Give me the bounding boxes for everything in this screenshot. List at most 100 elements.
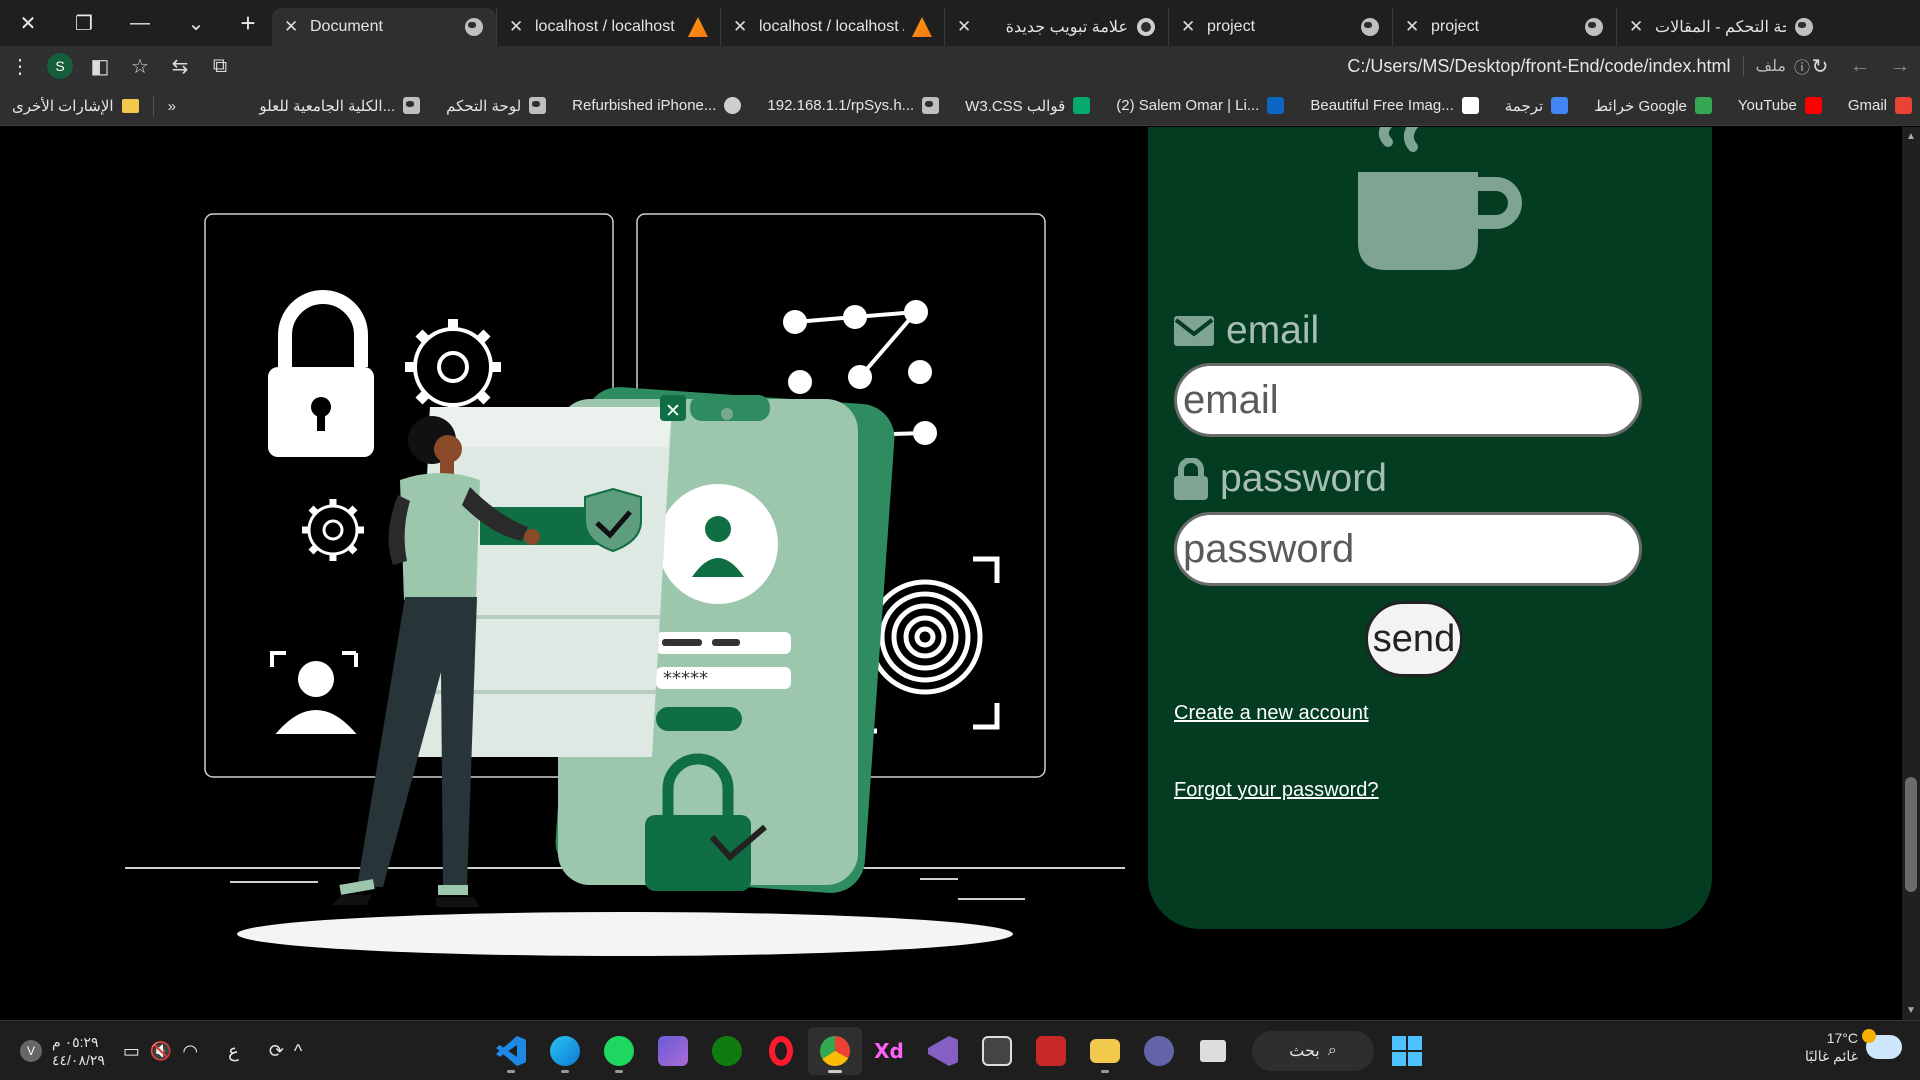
- envelope-icon: [1174, 316, 1214, 346]
- address-bar[interactable]: C:/Users/MS/Desktop/front-End/code/index…: [1347, 50, 1810, 82]
- tab-new-tab[interactable]: ✕ علامة تبويب جديدة: [944, 8, 1168, 46]
- volume-muted-icon[interactable]: 🔇: [150, 1041, 172, 1062]
- create-account-link[interactable]: Create a new account: [1174, 702, 1369, 725]
- youtube-icon: [1804, 97, 1822, 114]
- tab-project-2[interactable]: ✕ project: [1392, 8, 1616, 46]
- tab-document[interactable]: ✕ Document: [272, 8, 496, 46]
- send-button[interactable]: send: [1365, 601, 1463, 677]
- visual-studio-icon[interactable]: [916, 1027, 970, 1075]
- email-label-text: email: [1226, 309, 1320, 352]
- new-tab-button[interactable]: +: [224, 0, 272, 46]
- email-field[interactable]: [1174, 363, 1642, 437]
- tab-title: Document: [310, 18, 383, 35]
- bookmark-item[interactable]: الكلية الجامعية للعلو...: [259, 97, 421, 115]
- back-icon[interactable]: ←: [1840, 46, 1880, 86]
- globe-icon: [1794, 17, 1814, 37]
- minimize-window-button[interactable]: —: [112, 0, 168, 46]
- tab-title: localhost / localhost |: [535, 18, 680, 35]
- reload-icon[interactable]: ↻: [1800, 46, 1840, 86]
- bookmark-item[interactable]: خرائط Google: [1594, 97, 1712, 115]
- lock-icon: [1174, 458, 1208, 500]
- teams-icon[interactable]: [1132, 1027, 1186, 1075]
- scroll-up-icon[interactable]: ▲: [1906, 131, 1916, 142]
- close-window-button[interactable]: ✕: [0, 0, 56, 46]
- other-bookmarks[interactable]: الإشارات الأخرى: [12, 97, 114, 115]
- app-icon[interactable]: [1024, 1027, 1078, 1075]
- edge-icon[interactable]: [538, 1027, 592, 1075]
- bookmark-label: ترجمة: [1504, 97, 1544, 115]
- bookmark-label: W3.CSS قوالب: [965, 97, 1066, 115]
- page-scrollbar[interactable]: ▲ ▼: [1902, 127, 1920, 1020]
- bookmark-item[interactable]: YouTube: [1738, 97, 1822, 114]
- task-view-icon[interactable]: [1186, 1027, 1240, 1075]
- close-tab-icon[interactable]: ✕: [1181, 17, 1199, 37]
- close-tab-icon[interactable]: ✕: [284, 17, 302, 37]
- tab-dashboard-articles[interactable]: ✕ لوحة التحكم - المقالات: [1616, 8, 1826, 46]
- sync-icon[interactable]: ⟳: [269, 1041, 284, 1062]
- password-field[interactable]: [1174, 512, 1642, 586]
- bookmark-item[interactable]: Beautiful Free Imag...: [1310, 97, 1479, 114]
- phpmyadmin-icon: [912, 17, 932, 37]
- tab-search-button[interactable]: ⌄: [168, 0, 224, 46]
- close-tab-icon[interactable]: ✕: [1405, 17, 1423, 37]
- bookmark-item[interactable]: W3.CSS قوالب: [965, 97, 1091, 115]
- app-icon[interactable]: [970, 1027, 1024, 1075]
- avatar: S: [47, 53, 73, 79]
- translate-icon: [1551, 97, 1569, 114]
- search-icon: ⌕: [1327, 1042, 1337, 1059]
- scrollbar-thumb[interactable]: [1905, 777, 1917, 892]
- tab-localhost-2[interactable]: ✕ localhost / localhost /: [720, 8, 944, 46]
- cast-icon[interactable]: ⧉: [200, 46, 240, 86]
- tab-project-1[interactable]: ✕ project: [1168, 8, 1392, 46]
- clock[interactable]: ٠٥:٢٩ م ٤٤/٠٨/٢٩: [52, 1033, 105, 1069]
- close-tab-icon[interactable]: ✕: [509, 17, 527, 37]
- divider: [1742, 56, 1744, 76]
- profile-button[interactable]: S: [40, 46, 80, 86]
- opera-icon[interactable]: [754, 1027, 808, 1075]
- bookmark-item[interactable]: (2) Salem Omar | Li...: [1116, 97, 1285, 114]
- bookmark-item[interactable]: لوحة التحكم: [446, 97, 547, 115]
- chrome-icon[interactable]: [808, 1027, 862, 1075]
- xd-icon[interactable]: Xd: [862, 1027, 916, 1075]
- security-illustration: ***** ✕: [125, 213, 1125, 956]
- language-indicator[interactable]: ع: [228, 1041, 239, 1062]
- tab-localhost-1[interactable]: ✕ localhost / localhost |: [496, 8, 720, 46]
- wifi-icon[interactable]: ◠: [182, 1041, 198, 1062]
- restore-window-button[interactable]: ❐: [56, 0, 112, 46]
- weather-widget[interactable]: 17°C غائم غالبًا: [1805, 1029, 1902, 1065]
- forgot-password-link[interactable]: Forgot your password?: [1174, 779, 1379, 802]
- notification-badge[interactable]: V: [20, 1040, 42, 1062]
- more-bookmarks-button[interactable]: »: [168, 98, 176, 115]
- scroll-down-icon[interactable]: ▼: [1906, 1005, 1916, 1016]
- login-card: email password send Create a new account…: [1148, 127, 1712, 929]
- taskbar-search[interactable]: بحث ⌕: [1252, 1031, 1374, 1071]
- globe-icon: [529, 97, 547, 114]
- side-panel-icon[interactable]: ◧: [80, 46, 120, 86]
- forward-icon[interactable]: →: [1880, 46, 1920, 86]
- time-text: ٠٥:٢٩ م: [52, 1034, 99, 1050]
- bookmark-item[interactable]: ترجمة: [1504, 97, 1569, 115]
- clipchamp-icon[interactable]: [646, 1027, 700, 1075]
- bookmark-star-icon[interactable]: ☆: [120, 46, 160, 86]
- menu-icon[interactable]: ⋮: [0, 46, 40, 86]
- close-tab-icon[interactable]: ✕: [1629, 17, 1647, 37]
- email-label: email: [1174, 309, 1319, 353]
- close-tab-icon[interactable]: ✕: [957, 17, 975, 37]
- file-explorer-icon[interactable]: [1078, 1027, 1132, 1075]
- address-url[interactable]: C:/Users/MS/Desktop/front-End/code/index…: [1347, 56, 1730, 77]
- bookmark-item[interactable]: Refurbished iPhone...: [572, 97, 742, 114]
- bookmark-item[interactable]: 192.168.1.1/rpSys.h...: [767, 97, 940, 114]
- chevron-up-icon[interactable]: ^: [294, 1041, 302, 1062]
- start-icon[interactable]: [1392, 1036, 1422, 1066]
- share-icon[interactable]: ⇆: [160, 46, 200, 86]
- folder-icon: [121, 99, 139, 113]
- spotify-icon[interactable]: [592, 1027, 646, 1075]
- xbox-icon[interactable]: [700, 1027, 754, 1075]
- close-tab-icon[interactable]: ✕: [733, 17, 751, 37]
- phpmyadmin-icon: [688, 17, 708, 37]
- vscode-icon[interactable]: [484, 1027, 538, 1075]
- battery-icon[interactable]: ▭: [123, 1041, 140, 1062]
- bookmark-item[interactable]: Gmail: [1848, 97, 1912, 114]
- file-chip: ملف: [1755, 58, 1786, 75]
- chrome-icon: [1136, 17, 1156, 37]
